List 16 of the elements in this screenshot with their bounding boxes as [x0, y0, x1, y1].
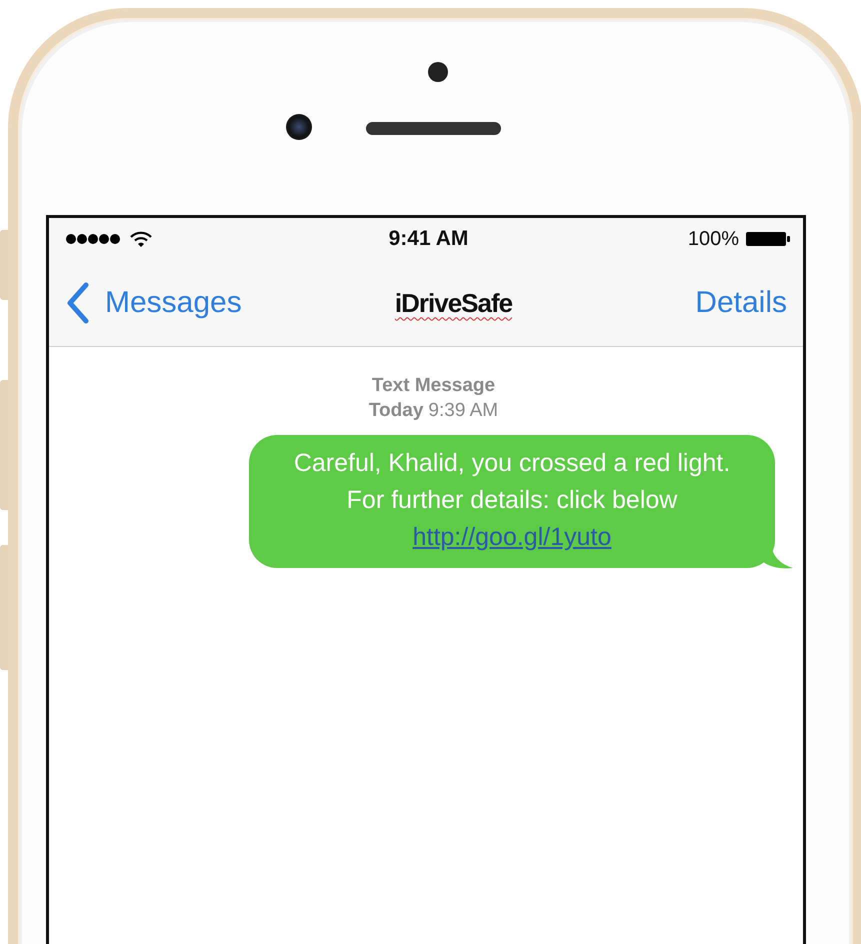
message-text: For further details: click below	[346, 485, 678, 516]
battery-icon	[745, 231, 791, 247]
chevron-left-icon	[65, 282, 91, 324]
thread-time: 9:39 AM	[428, 399, 498, 423]
back-button[interactable]: Messages	[65, 282, 242, 324]
sensor-dot	[428, 62, 448, 82]
camera-lens	[286, 114, 312, 140]
thread-label: Text Message	[372, 374, 496, 398]
contact-name: iDriveSafe	[394, 288, 512, 318]
status-time: 9:41 AM	[388, 227, 468, 251]
details-link[interactable]: Details	[695, 286, 787, 320]
thread-day: Today	[368, 398, 424, 423]
message-link[interactable]: http://goo.gl/1yuto	[412, 519, 612, 556]
wifi-icon	[130, 231, 152, 247]
message-text: Careful, Khalid, you crossed a red light.	[294, 448, 730, 479]
battery-percent: 100%	[688, 228, 739, 250]
